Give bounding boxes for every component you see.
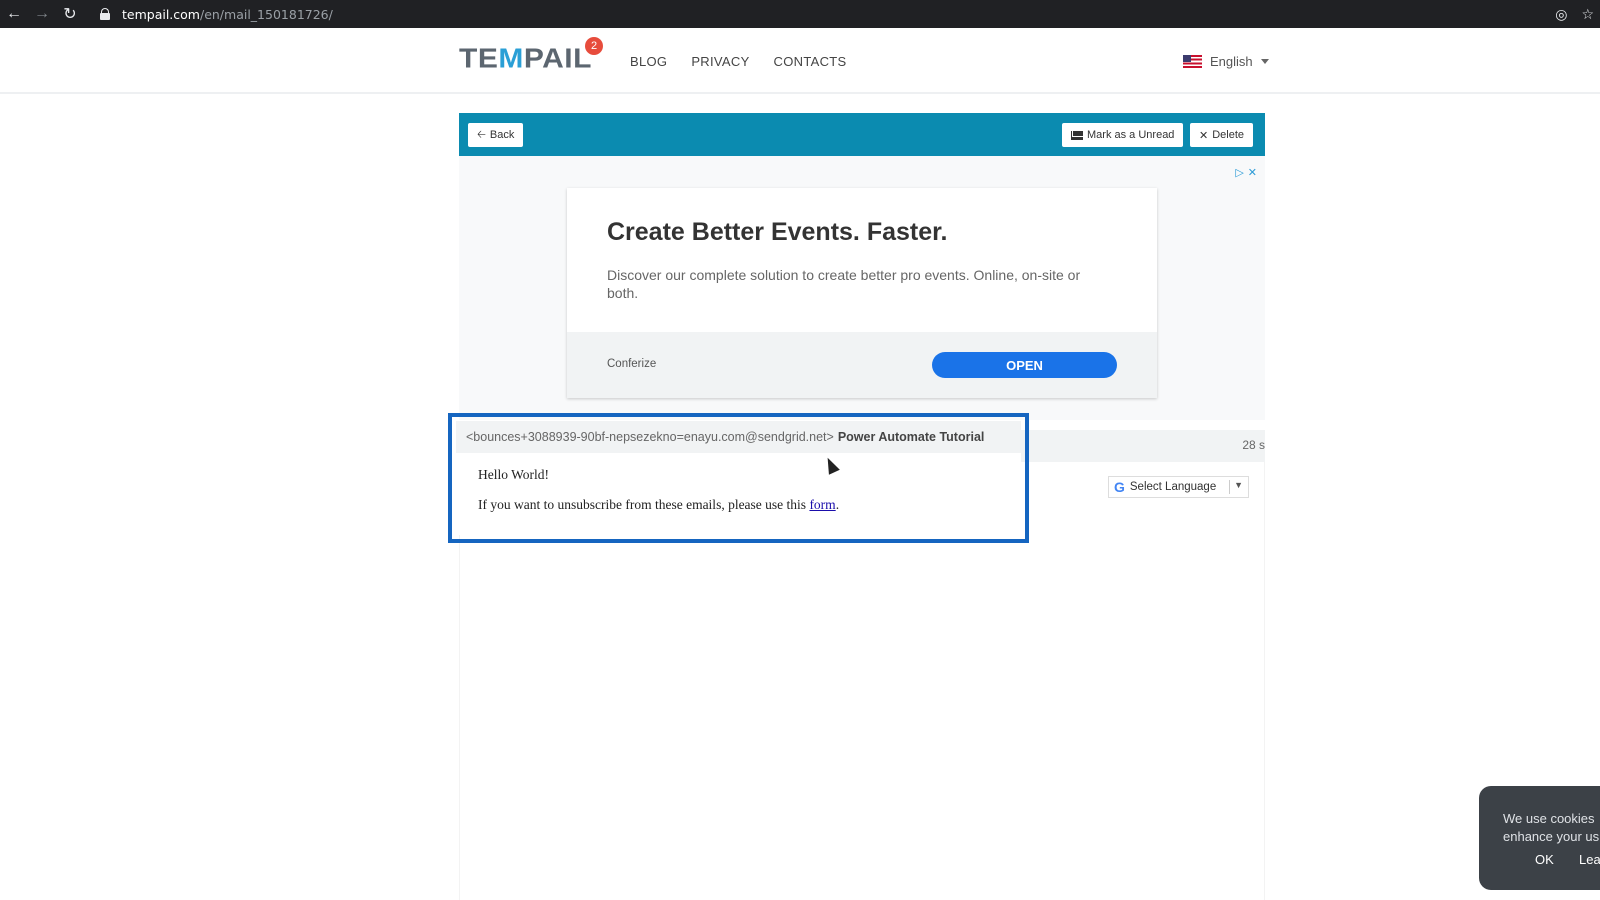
nav-contacts[interactable]: CONTACTS bbox=[774, 54, 847, 69]
unsubscribe-form-link[interactable]: form bbox=[809, 497, 835, 512]
select-divider bbox=[1229, 480, 1230, 494]
mail-toolbar: 🡠 Back Mark as a Unread ✕ Delete bbox=[459, 113, 1265, 156]
language-label: English bbox=[1210, 54, 1253, 69]
ad-choices[interactable]: ▷ ✕ bbox=[1235, 166, 1257, 179]
ad-container: ▷ ✕ Create Better Events. Faster. Discov… bbox=[459, 156, 1265, 420]
cookie-text: We use cookies enhance your us bbox=[1503, 811, 1600, 844]
tracking-eye-icon[interactable]: ◎ bbox=[1555, 6, 1567, 23]
email-body: Hello World! If you want to unsubscribe … bbox=[456, 453, 1021, 535]
mark-unread-label: Mark as a Unread bbox=[1087, 129, 1175, 141]
main-nav: BLOG PRIVACY CONTACTS bbox=[630, 54, 846, 69]
language-selector[interactable]: English bbox=[1183, 54, 1269, 69]
triangle-down-icon: ▼ bbox=[1234, 480, 1243, 490]
google-g-icon: G bbox=[1114, 479, 1125, 495]
cookie-ok-button[interactable]: OK bbox=[1535, 852, 1554, 867]
ad-open-button[interactable]: OPEN bbox=[932, 352, 1117, 378]
address-bar[interactable]: tempail.com/en/mail_150181726/ bbox=[100, 0, 333, 28]
translate-label: Select Language bbox=[1129, 481, 1217, 493]
tempail-logo[interactable]: TEMPAIL bbox=[459, 42, 592, 76]
arrow-left-icon: 🡠 bbox=[477, 128, 486, 141]
email-unsubscribe-line: If you want to unsubscribe from these em… bbox=[478, 497, 840, 512]
close-icon: ✕ bbox=[1199, 129, 1209, 142]
back-button[interactable]: 🡠 Back bbox=[468, 123, 524, 147]
email-greeting: Hello World! bbox=[478, 467, 550, 482]
mail-time: 28 s bbox=[1242, 438, 1265, 452]
back-arrow-icon[interactable]: ← bbox=[0, 0, 28, 28]
delete-label: Delete bbox=[1212, 129, 1245, 141]
cookie-learn-more-link[interactable]: Lea bbox=[1579, 852, 1600, 867]
email-header: <bounces+3088939-90bf-nepsezekno=enayu.c… bbox=[456, 421, 1021, 453]
ad-brand: Conferize bbox=[607, 358, 657, 370]
browser-toolbar: ← → ↻ tempail.com/en/mail_150181726/ ◎ ☆ bbox=[0, 0, 1600, 28]
url-path: /en/mail_150181726/ bbox=[199, 6, 333, 22]
nav-blog[interactable]: BLOG bbox=[630, 54, 667, 69]
email-from: <bounces+3088939-90bf-nepsezekno=enayu.c… bbox=[466, 430, 834, 444]
translate-select[interactable]: G Select Language ▼ bbox=[1108, 476, 1249, 498]
ad-title: Create Better Events. Faster. bbox=[607, 218, 948, 246]
ad-close-icon[interactable]: ✕ bbox=[1248, 166, 1257, 179]
nav-privacy[interactable]: PRIVACY bbox=[691, 54, 749, 69]
envelope-icon bbox=[1071, 130, 1083, 140]
ad-footer: Conferize OPEN bbox=[567, 332, 1157, 398]
cookie-consent: We use cookies enhance your us OK Lea bbox=[1479, 786, 1600, 890]
forward-arrow-icon[interactable]: → bbox=[28, 0, 56, 28]
us-flag-icon bbox=[1183, 55, 1202, 68]
delete-button[interactable]: ✕ Delete bbox=[1190, 123, 1254, 147]
ad-card[interactable]: Create Better Events. Faster. Discover o… bbox=[567, 188, 1157, 398]
reload-icon[interactable]: ↻ bbox=[56, 0, 84, 28]
ad-description: Discover our complete solution to create… bbox=[607, 267, 1081, 301]
ad-info-icon[interactable]: ▷ bbox=[1235, 166, 1243, 179]
back-label: Back bbox=[489, 129, 515, 141]
site-header: TEMPAIL 2 BLOG PRIVACY CONTACTS English bbox=[0, 28, 1600, 94]
notification-badge: 2 bbox=[585, 37, 603, 55]
lock-icon bbox=[100, 8, 110, 20]
email-subject: Power Automate Tutorial bbox=[837, 430, 985, 444]
url-host: tempail.com bbox=[122, 6, 200, 22]
email-highlight-box: <bounces+3088939-90bf-nepsezekno=enayu.c… bbox=[448, 413, 1029, 543]
chevron-down-icon bbox=[1260, 59, 1269, 64]
bookmark-star-icon[interactable]: ☆ bbox=[1581, 6, 1594, 23]
mark-unread-button[interactable]: Mark as a Unread bbox=[1062, 123, 1184, 147]
